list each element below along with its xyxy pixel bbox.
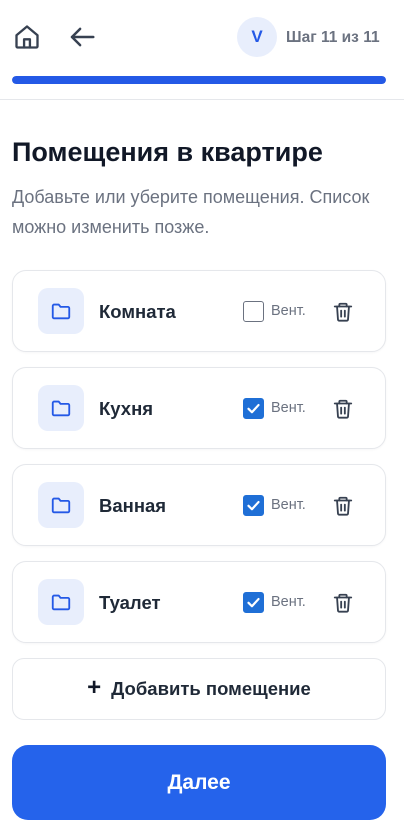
arrow-left-icon	[70, 27, 95, 47]
add-room-label: Добавить помещение	[111, 678, 311, 699]
vent-checkbox[interactable]	[243, 301, 264, 322]
trash-icon	[333, 399, 353, 419]
user-avatar[interactable]: V	[237, 17, 277, 57]
delete-room-button[interactable]	[331, 396, 355, 422]
room-name: Ванная	[99, 495, 167, 516]
vent-label: Вент.	[271, 400, 306, 416]
home-button[interactable]	[12, 22, 42, 52]
checkmark-icon	[247, 597, 260, 608]
progress-bar-fill	[12, 76, 386, 84]
room-name: Кухня	[99, 398, 154, 419]
folder-icon	[38, 288, 84, 334]
vent-checkbox[interactable]	[243, 398, 264, 419]
room-card: Кухня Вент.	[12, 367, 386, 449]
home-icon	[15, 25, 39, 49]
next-button-label: Далее	[167, 770, 231, 794]
folder-icon	[38, 482, 84, 528]
folder-icon	[38, 579, 84, 625]
room-setup-screen: V Шаг 11 из 11 Помещения в квартире Доба…	[0, 0, 404, 840]
progress-bar	[12, 76, 386, 84]
vent-label: Вент.	[271, 594, 306, 610]
room-card: Туалет Вент.	[12, 561, 386, 643]
room-name: Туалет	[99, 592, 161, 613]
room-card: Комната Вент.	[12, 270, 386, 352]
plus-icon: +	[87, 673, 102, 701]
checkmark-icon	[247, 403, 260, 414]
add-room-button[interactable]: + Добавить помещение	[12, 658, 386, 720]
delete-room-button[interactable]	[331, 590, 355, 616]
vent-label: Вент.	[271, 497, 306, 513]
back-button[interactable]	[66, 22, 98, 52]
vent-checkbox[interactable]	[243, 495, 264, 516]
trash-icon	[333, 496, 353, 516]
trash-icon	[333, 593, 353, 613]
delete-room-button[interactable]	[331, 493, 355, 519]
vent-label: Вент.	[271, 303, 306, 319]
vent-checkbox[interactable]	[243, 592, 264, 613]
page-subtitle: Добавьте или уберите помещения. Список м…	[12, 187, 370, 237]
room-card: Ванная Вент.	[12, 464, 386, 546]
next-button[interactable]: Далее	[12, 745, 386, 820]
room-name: Комната	[99, 301, 176, 322]
header: V Шаг 11 из 11	[0, 0, 404, 100]
page-title: Помещения в квартире	[12, 137, 323, 167]
folder-icon	[38, 385, 84, 431]
step-indicator: Шаг 11 из 11	[286, 29, 380, 46]
delete-room-button[interactable]	[331, 299, 355, 325]
checkmark-icon	[247, 500, 260, 511]
trash-icon	[333, 302, 353, 322]
